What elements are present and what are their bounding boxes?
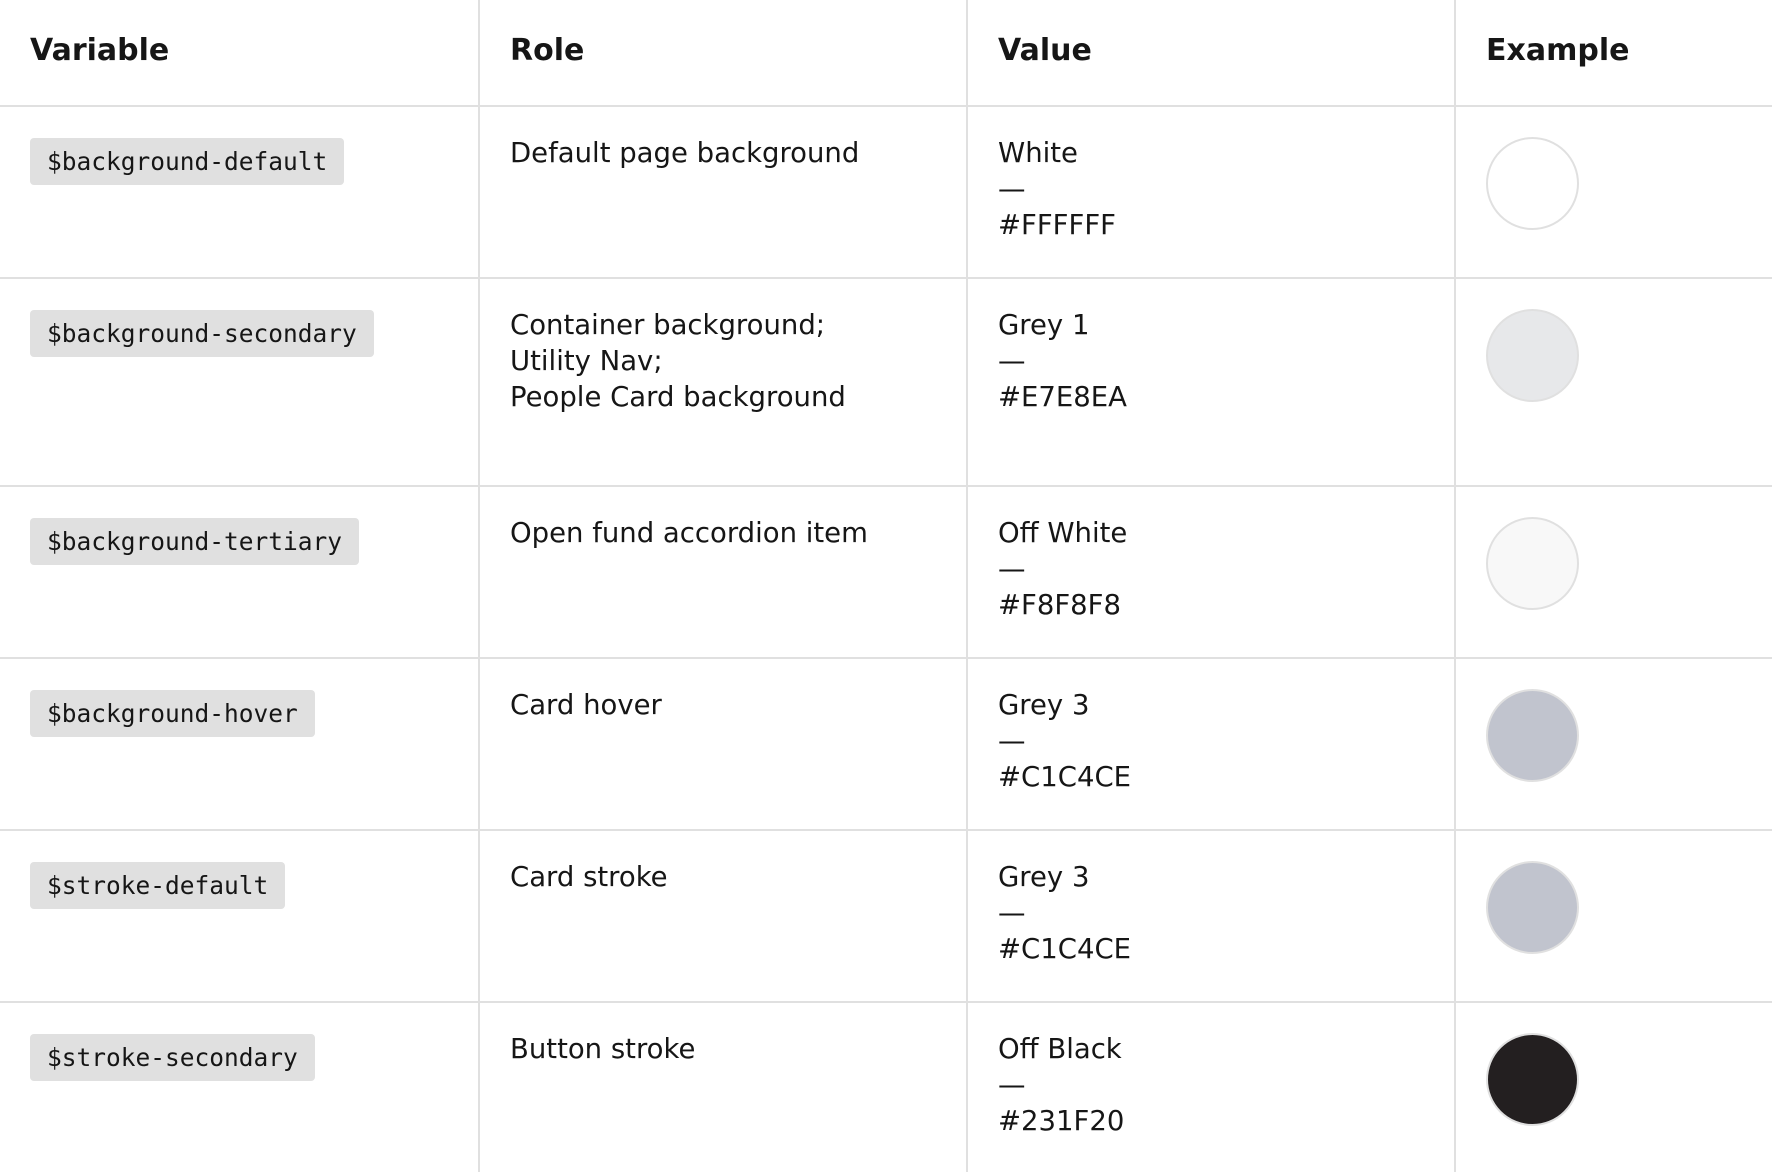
role-text: Utility Nav; [510,345,663,377]
value-hex: #F8F8F8 [998,589,1121,621]
value-cell: Off White — #F8F8F8 [998,515,1127,623]
value-hex: #FFFFFF [998,209,1116,241]
color-swatch [1486,689,1579,782]
value-dash: — [998,725,1026,757]
value-dash: — [998,1069,1026,1101]
value-hex: #231F20 [998,1105,1125,1137]
color-swatch [1486,1033,1579,1126]
color-swatch [1486,517,1579,610]
role-cell: Card hover [510,687,662,723]
table-row: $stroke-secondary Button stroke Off Blac… [0,1003,1772,1172]
value-cell: Grey 3 — #C1C4CE [998,859,1131,967]
role-text: Default page background [510,137,860,169]
table-row: $background-default Default page backgro… [0,107,1772,279]
value-name: White [998,137,1078,169]
role-text: Container background; [510,309,826,341]
role-cell: Container background; Utility Nav; Peopl… [510,307,846,415]
value-hex: #E7E8EA [998,381,1127,413]
color-swatch [1486,861,1579,954]
value-hex: #C1C4CE [998,933,1132,965]
color-swatch [1486,137,1579,230]
variable-code: $background-tertiary [30,518,360,565]
header-value: Value [998,33,1092,68]
value-cell: Grey 1 — #E7E8EA [998,307,1127,415]
table-row: $background-secondary Container backgrou… [0,279,1772,487]
table-row: $background-tertiary Open fund accordion… [0,487,1772,659]
value-hex: #C1C4CE [998,761,1132,793]
value-dash: — [998,897,1026,929]
table-row: $stroke-default Card stroke Grey 3 — #C1… [0,831,1772,1003]
role-cell: Card stroke [510,859,668,895]
value-dash: — [998,553,1026,585]
header-variable: Variable [30,33,170,68]
value-cell: White — #FFFFFF [998,135,1116,243]
color-swatch [1486,309,1579,402]
table-row: $background-hover Card hover Grey 3 — #C… [0,659,1772,831]
role-cell: Open fund accordion item [510,515,868,551]
value-cell: Grey 3 — #C1C4CE [998,687,1131,795]
role-text: Card hover [510,689,662,721]
role-cell: Default page background [510,135,859,171]
role-text: Card stroke [510,861,668,893]
table-header-row: Variable Role Value Example [0,0,1772,107]
value-name: Grey 1 [998,309,1090,341]
value-dash: — [998,345,1026,377]
role-text: Button stroke [510,1033,696,1065]
variable-code: $stroke-default [30,862,286,909]
value-cell: Off Black — #231F20 [998,1031,1124,1139]
variable-code: $background-hover [30,690,315,737]
value-dash: — [998,173,1026,205]
role-cell: Button stroke [510,1031,695,1067]
role-text: People Card background [510,381,846,413]
value-name: Grey 3 [998,861,1090,893]
variable-code: $background-default [30,138,345,185]
color-token-table: Variable Role Value Example $background-… [0,0,1772,1172]
role-text: Open fund accordion item [510,517,868,549]
variable-code: $background-secondary [30,310,374,357]
variable-code: $stroke-secondary [30,1034,315,1081]
header-role: Role [510,33,585,68]
value-name: Off Black [998,1033,1122,1065]
value-name: Grey 3 [998,689,1090,721]
header-example: Example [1486,33,1630,68]
value-name: Off White [998,517,1128,549]
